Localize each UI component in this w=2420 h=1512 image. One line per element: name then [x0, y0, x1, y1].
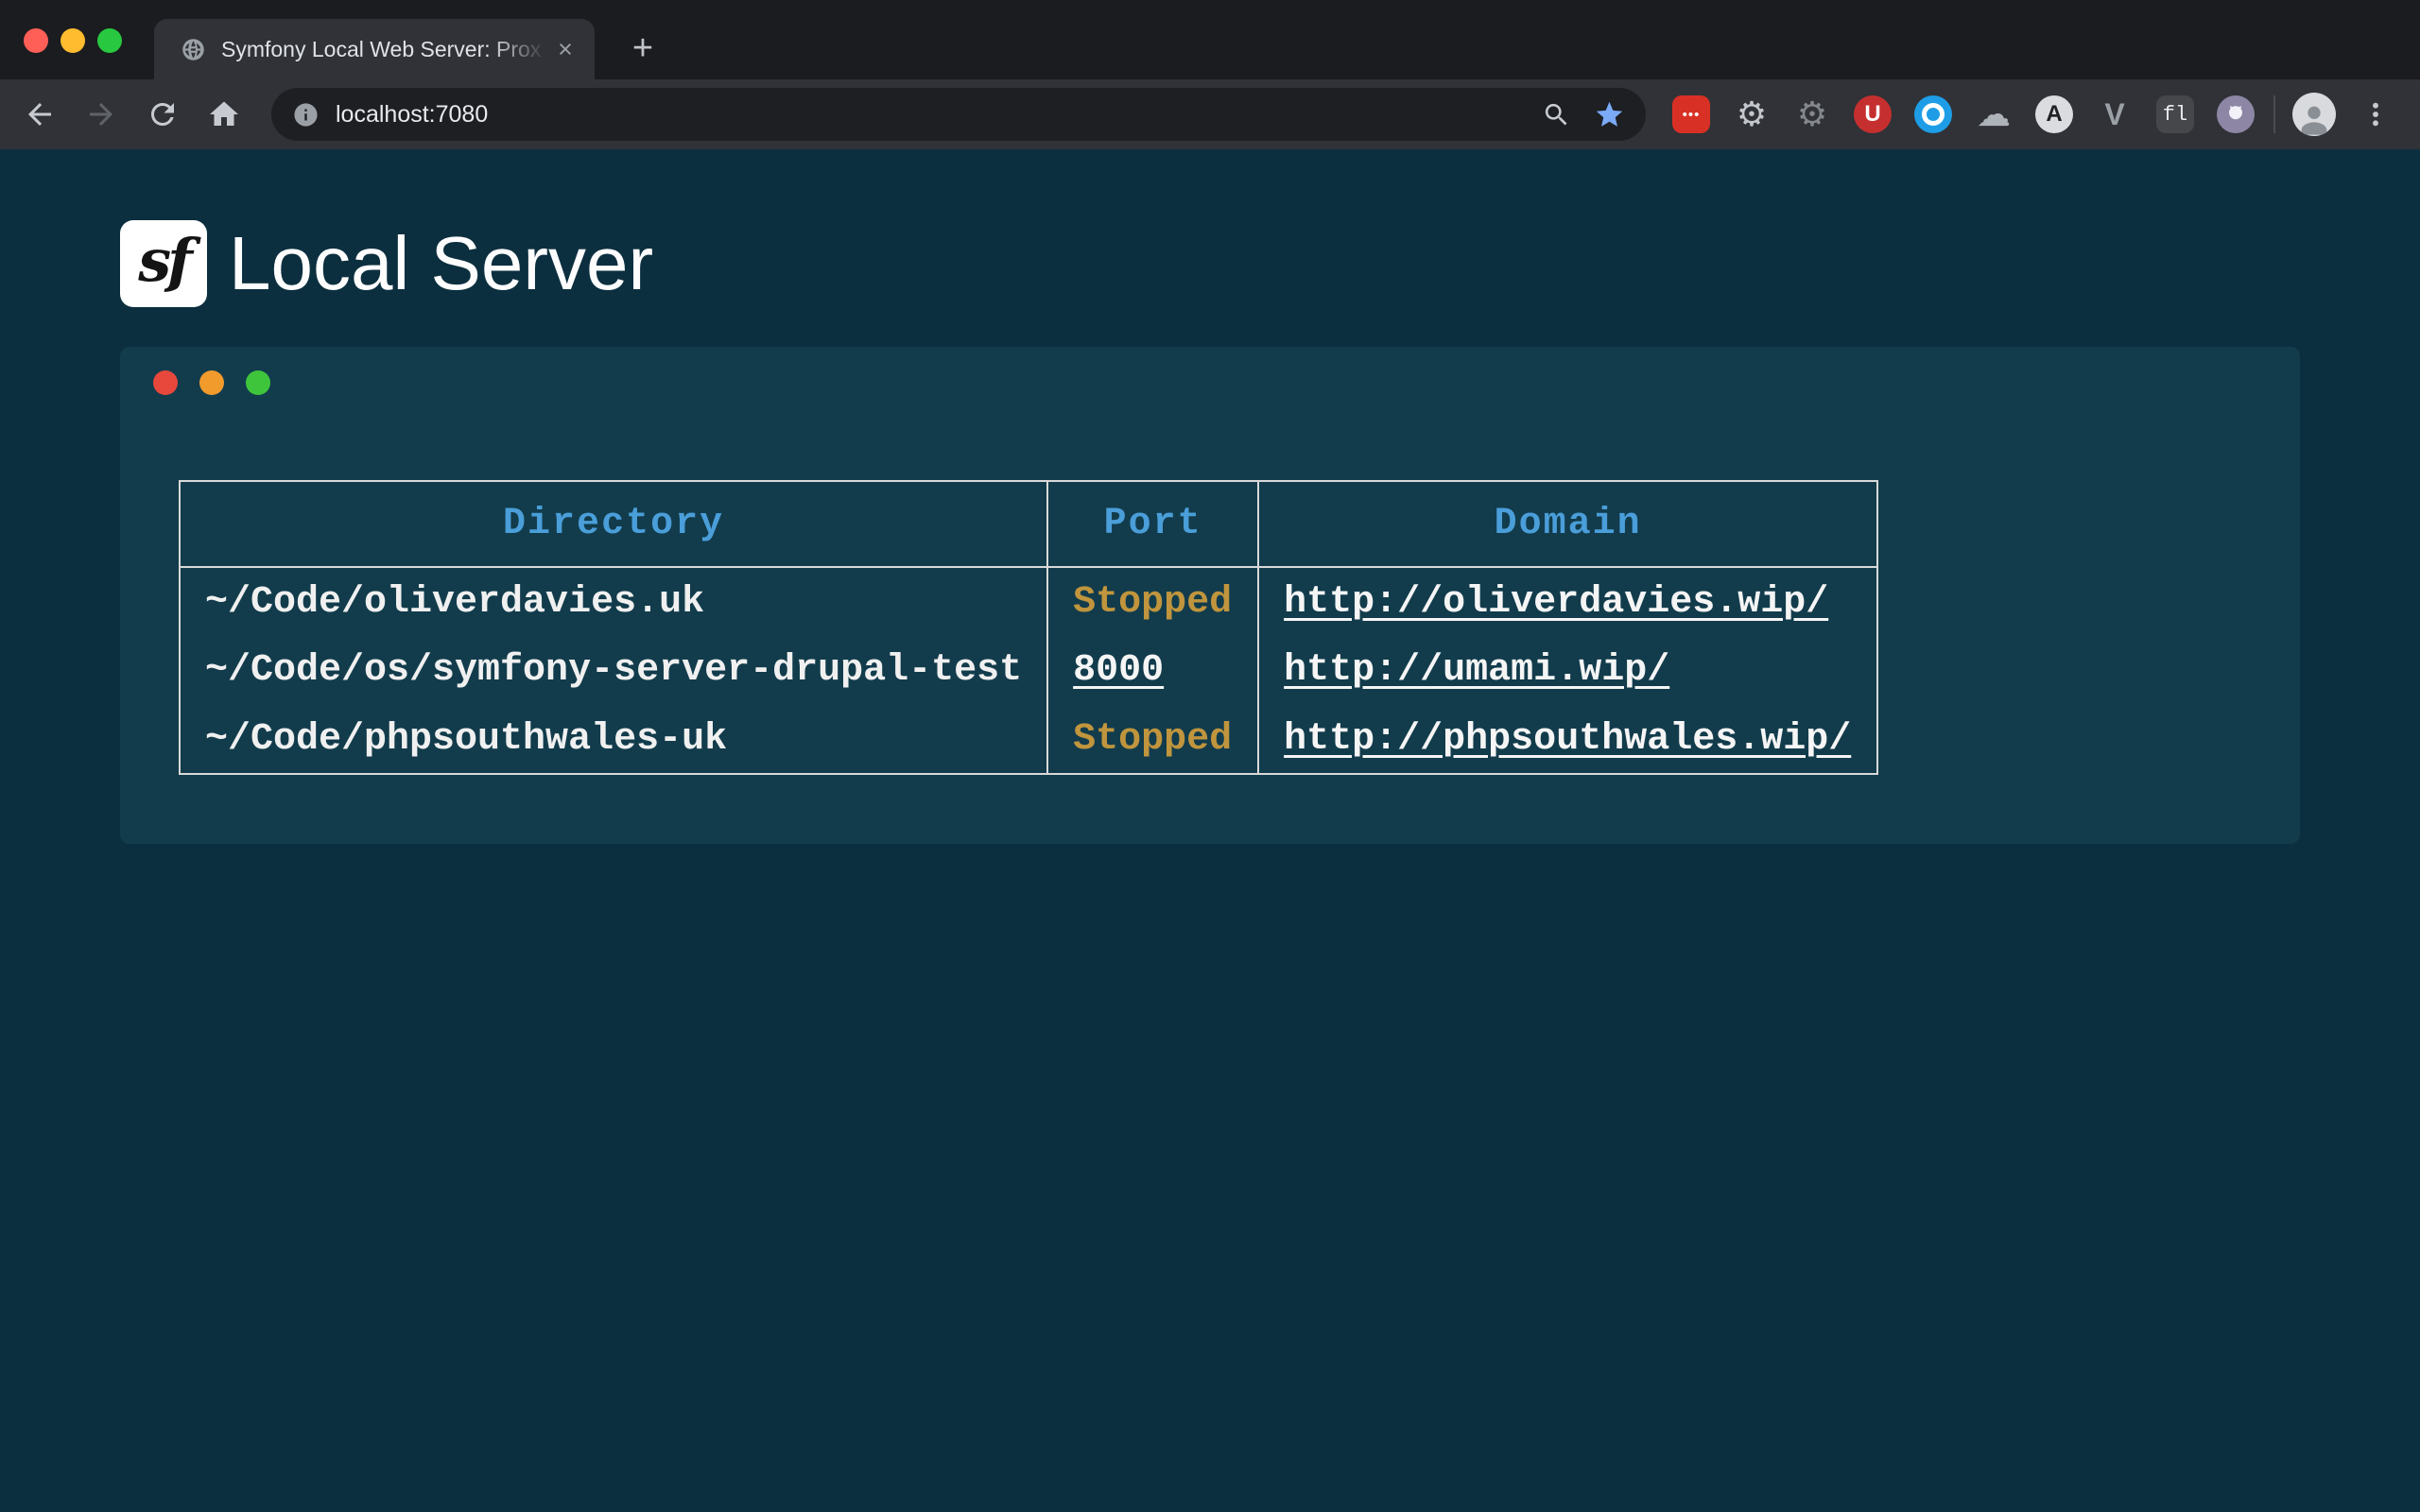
ublock-extension-icon: U — [1854, 95, 1892, 133]
browser-menu-button[interactable] — [2353, 92, 2398, 137]
back-arrow-icon — [23, 97, 57, 131]
port-cell: Stopped — [1047, 705, 1258, 774]
address-bar[interactable]: localhost:7080 — [271, 88, 1646, 141]
domain-link[interactable]: http://oliverdavies.wip/ — [1284, 581, 1828, 624]
window-minimize-button[interactable] — [60, 28, 85, 53]
window-zoom-button[interactable] — [97, 28, 122, 53]
info-icon — [292, 101, 320, 129]
window-controls — [24, 28, 122, 53]
star-icon — [1594, 99, 1625, 130]
directory-cell: ~/Code/phpsouthwales-uk — [180, 705, 1047, 774]
terminal-red-dot-icon — [153, 370, 178, 395]
table-row: ~/Code/oliverdavies.uk Stopped http://ol… — [180, 567, 1877, 636]
extension-button-9[interactable]: fl — [2152, 92, 2198, 137]
toolbar-separator — [2273, 95, 2275, 133]
terminal-green-dot-icon — [246, 370, 270, 395]
forward-arrow-icon — [84, 97, 118, 131]
tab-close-button[interactable]: × — [547, 31, 583, 67]
gear-icon: ⚙ — [1737, 97, 1767, 131]
column-header-domain: Domain — [1258, 481, 1877, 567]
blue-ring-extension-icon — [1914, 95, 1952, 133]
extension-button-8[interactable]: V — [2092, 92, 2137, 137]
table-row: ~/Code/os/symfony-server-drupal-test 800… — [180, 636, 1877, 705]
column-header-port: Port — [1047, 481, 1258, 567]
domain-link[interactable]: http://umami.wip/ — [1284, 649, 1669, 692]
extension-button-6[interactable]: ☁ — [1971, 92, 2016, 137]
reload-icon — [146, 97, 180, 131]
extension-button-1[interactable]: ••• — [1668, 92, 1714, 137]
letter-a-extension-icon: A — [2035, 95, 2073, 133]
letter-v-extension-icon: V — [2104, 99, 2124, 129]
extension-button-3[interactable]: ⚙ — [1789, 92, 1835, 137]
extension-button-7[interactable]: A — [2031, 92, 2077, 137]
terminal-window-dots — [120, 347, 2300, 395]
extensions-bar: ••• ⚙ ⚙ U ☁ A V fl — [1668, 92, 2258, 137]
directory-cell: ~/Code/oliverdavies.uk — [180, 567, 1047, 636]
extension-button-2[interactable]: ⚙ — [1729, 92, 1774, 137]
octocat-extension-icon — [2217, 95, 2255, 133]
profile-avatar-button[interactable] — [2292, 93, 2336, 136]
table-header-row: Directory Port Domain — [180, 481, 1877, 567]
home-button[interactable] — [201, 92, 247, 137]
port-status: Stopped — [1073, 581, 1232, 624]
column-header-directory: Directory — [180, 481, 1047, 567]
zoom-indicator-button[interactable] — [1542, 100, 1571, 129]
magnifier-icon — [1542, 100, 1571, 129]
browser-tab[interactable]: Symfony Local Web Server: Prox × — [154, 19, 595, 79]
back-button[interactable] — [17, 92, 62, 137]
symfony-logo: sf — [120, 220, 207, 307]
reload-button[interactable] — [140, 92, 185, 137]
cloud-icon: ☁ — [1977, 97, 2011, 131]
extension-button-4[interactable]: U — [1850, 92, 1895, 137]
avatar-icon — [2295, 100, 2333, 136]
forward-button[interactable] — [78, 92, 124, 137]
tab-title: Symfony Local Web Server: Prox — [221, 37, 547, 62]
browser-window: Symfony Local Web Server: Prox × + local… — [0, 0, 2420, 1512]
port-cell: 8000 — [1047, 636, 1258, 705]
globe-favicon-icon — [181, 37, 206, 62]
dark-square-extension-icon: fl — [2156, 95, 2194, 133]
domain-cell: http://phpsouthwales.wip/ — [1258, 705, 1877, 774]
directory-cell: ~/Code/os/symfony-server-drupal-test — [180, 636, 1047, 705]
servers-table: Directory Port Domain ~/Code/oliverdavie… — [179, 480, 1878, 775]
extension-button-10[interactable] — [2213, 92, 2258, 137]
site-info-button[interactable] — [292, 101, 320, 129]
home-icon — [207, 97, 241, 131]
red-dots-extension-icon: ••• — [1672, 95, 1710, 133]
terminal-orange-dot-icon — [199, 370, 224, 395]
bookmark-star-button[interactable] — [1594, 99, 1625, 130]
port-link[interactable]: 8000 — [1073, 649, 1164, 692]
domain-cell: http://oliverdavies.wip/ — [1258, 567, 1877, 636]
new-tab-button[interactable]: + — [619, 25, 666, 72]
url-text[interactable]: localhost:7080 — [336, 101, 1542, 129]
dark-gear-icon: ⚙ — [1797, 97, 1827, 131]
domain-cell: http://umami.wip/ — [1258, 636, 1877, 705]
window-close-button[interactable] — [24, 28, 48, 53]
terminal-panel: Directory Port Domain ~/Code/oliverdavie… — [120, 347, 2300, 844]
browser-toolbar: localhost:7080 ••• ⚙ ⚙ U — [0, 79, 2420, 149]
page-title: Local Server — [229, 220, 653, 307]
domain-link[interactable]: http://phpsouthwales.wip/ — [1284, 718, 1851, 761]
table-row: ~/Code/phpsouthwales-uk Stopped http://p… — [180, 705, 1877, 774]
port-cell: Stopped — [1047, 567, 1258, 636]
extension-button-5[interactable] — [1910, 92, 1956, 137]
brand-header: sf Local Server — [120, 220, 2300, 307]
page-content: sf Local Server Directory Port Domain — [0, 149, 2420, 1512]
tab-strip: Symfony Local Web Server: Prox × + — [0, 0, 2420, 79]
port-status: Stopped — [1073, 718, 1232, 761]
kebab-menu-icon — [2360, 99, 2391, 129]
